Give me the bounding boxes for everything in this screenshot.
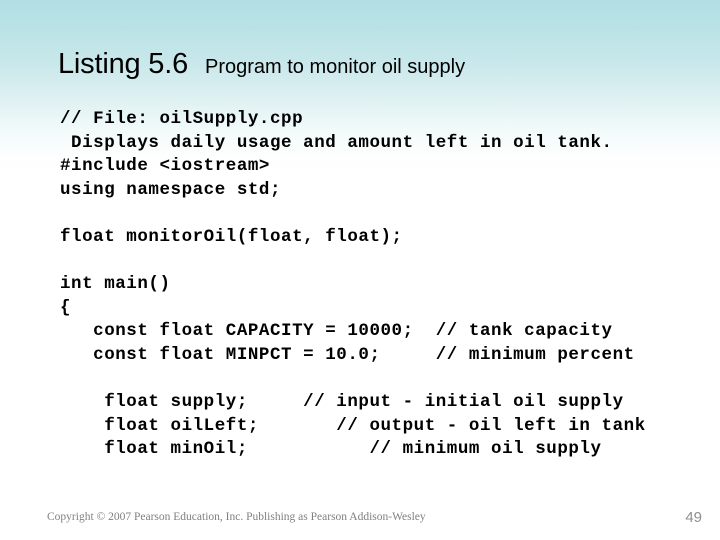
code-line: int main() [60, 274, 171, 295]
code-line: // File: oilSupply.cpp [60, 109, 304, 129]
slide-title: Listing 5.6 Program to monitor oil suppl… [58, 50, 678, 92]
code-line: const float MINPCT = 10.0; // minimum pe… [60, 344, 635, 365]
code-line: Displays daily usage and amount left in … [60, 132, 613, 153]
slide-number: 49 [685, 509, 702, 526]
code-line: using namespace std; [60, 179, 282, 200]
code-line: float supply; // input - initial oil sup… [60, 392, 624, 413]
code-line: const float CAPACITY = 10000; // tank ca… [60, 321, 613, 342]
copyright-notice: Copyright © 2007 Pearson Education, Inc.… [47, 511, 426, 523]
code-line: { [60, 297, 72, 318]
code-line: float oilLeft; // output - oil left in t… [60, 415, 646, 436]
code-line: float monitorOil(float, float); [60, 226, 403, 247]
slide-canvas: Listing 5.6 Program to monitor oil suppl… [0, 0, 720, 540]
page-subtitle: Program to monitor oil supply [205, 56, 466, 78]
code-listing: // File: oilSupply.cpp Displays daily us… [60, 108, 710, 462]
page-title: Listing 5.6 [58, 48, 188, 80]
code-line: #include <iostream> [60, 156, 270, 177]
code-line: float minOil; // minimum oil supply [60, 439, 602, 460]
